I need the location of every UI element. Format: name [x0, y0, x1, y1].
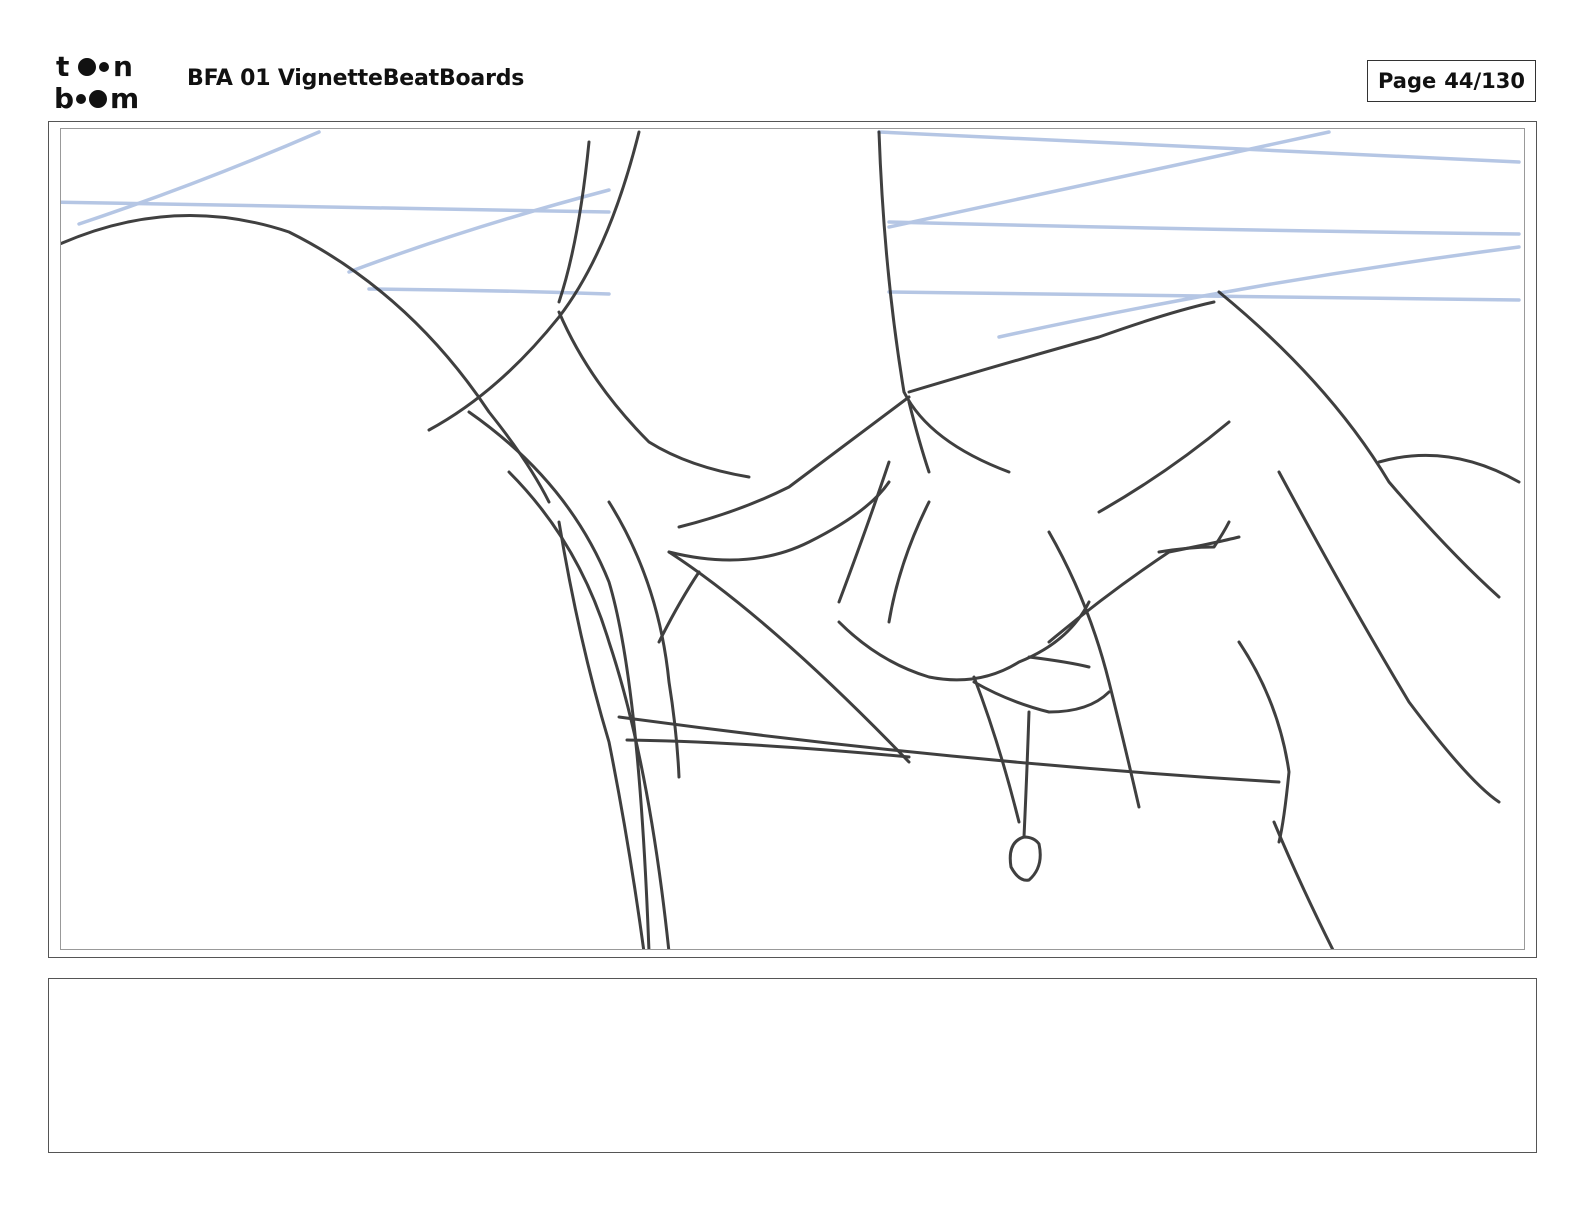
document-title: BFA 01 VignetteBeatBoards — [187, 66, 525, 91]
svg-text:n: n — [113, 50, 133, 83]
svg-text:m: m — [110, 82, 139, 112]
svg-text:b: b — [54, 82, 74, 112]
storyboard-panel-image — [60, 128, 1525, 950]
page-number-box: Page 44/130 — [1367, 60, 1536, 102]
construction-lines — [61, 130, 1521, 339]
page-label: Page — [1377, 69, 1437, 93]
storyboard-sketch — [61, 130, 1521, 949]
pencil-lines — [61, 130, 1521, 949]
toon-boom-logo: t n b m — [52, 50, 164, 112]
panel-notes-box — [48, 978, 1537, 1153]
svg-text:t: t — [56, 50, 69, 83]
page-number: 44/130 — [1444, 69, 1525, 93]
